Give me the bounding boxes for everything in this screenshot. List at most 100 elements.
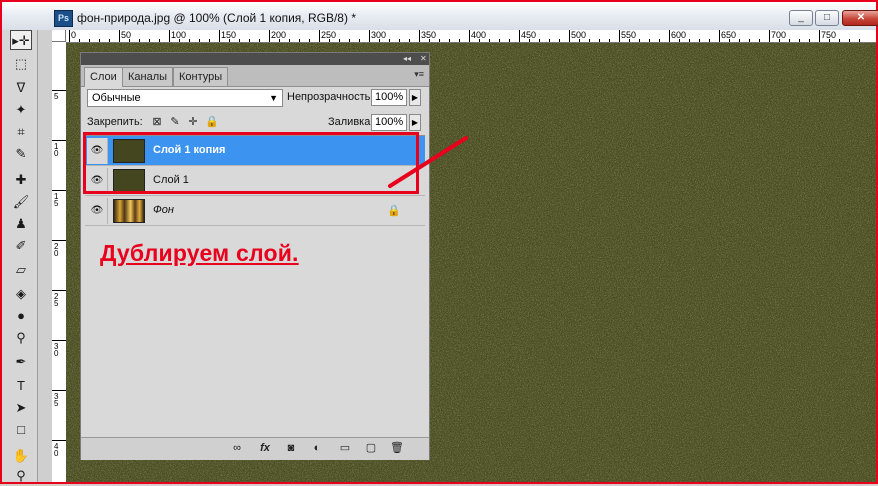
ruler-major-tick (719, 30, 720, 42)
visibility-eye-icon[interactable]: 👁 (87, 168, 108, 194)
layer-row-background[interactable]: 👁 Фон 🔒 (85, 196, 425, 226)
toolbar-gap (38, 30, 52, 482)
type-tool-icon[interactable]: T (10, 376, 32, 396)
ruler-minor-tick (389, 39, 390, 42)
ruler-minor-tick (729, 39, 730, 42)
ruler-minor-tick (609, 39, 610, 42)
ruler-major-tick (419, 30, 420, 42)
photoshop-icon: Ps (54, 10, 73, 27)
ruler-minor-tick (329, 39, 330, 42)
pen-tool-icon[interactable]: ✒ (10, 352, 32, 372)
ruler-minor-tick (639, 39, 640, 42)
ruler-major-tick (52, 440, 66, 441)
eyedropper-tool-icon[interactable]: ✎ (10, 144, 32, 164)
layer-thumbnail (113, 139, 145, 163)
ruler-minor-tick (199, 39, 200, 42)
ruler-major-tick (219, 30, 220, 42)
close-button[interactable]: ✕ (842, 10, 878, 26)
ruler-corner[interactable] (52, 30, 66, 42)
vertical-ruler[interactable]: 5 1 0 1 5 2 0 2 5 3 0 3 5 4 0 (52, 42, 67, 482)
ruler-label: 5 (54, 92, 59, 101)
ruler-minor-tick (659, 39, 660, 42)
maximize-button[interactable]: □ (815, 10, 839, 26)
healing-brush-tool-icon[interactable]: ✚ (10, 170, 32, 190)
layer-style-icon[interactable]: fx (257, 441, 273, 456)
ruler-major-tick (52, 190, 66, 191)
ruler-minor-tick (129, 39, 130, 42)
collapse-panel-icon[interactable]: ◂◂ (403, 53, 411, 65)
lock-all-icon[interactable]: 🔒 (205, 116, 219, 128)
ruler-minor-tick (249, 39, 250, 42)
opacity-slider-arrow-icon[interactable]: ▶ (409, 89, 421, 106)
ruler-minor-tick (429, 39, 430, 42)
history-brush-tool-icon[interactable]: ✐ (10, 236, 32, 256)
ruler-minor-tick (689, 39, 690, 42)
ruler-minor-tick (809, 39, 810, 42)
fill-slider-arrow-icon[interactable]: ▶ (409, 114, 421, 131)
layer-name: Слой 1 (153, 174, 189, 186)
ruler-minor-tick (349, 39, 350, 42)
ruler-minor-tick (109, 39, 110, 42)
shape-tool-icon[interactable]: □ (10, 420, 32, 440)
crop-tool-icon[interactable]: ⌗ (10, 122, 32, 142)
layer-row-copy[interactable]: 👁 Слой 1 копия (85, 136, 425, 166)
panel-header-strip[interactable]: ◂◂ ✕ (81, 53, 429, 65)
ruler-major-tick (669, 30, 670, 42)
ruler-major-tick (469, 30, 470, 42)
zoom-tool-icon[interactable]: ⚲ (10, 466, 32, 486)
layers-list: 👁 Слой 1 копия 👁 Слой 1 👁 Фон 🔒 (85, 135, 425, 436)
new-group-icon[interactable]: ▭ (337, 441, 353, 456)
tab-layers[interactable]: Слои (84, 67, 123, 87)
paint-bucket-tool-icon[interactable]: ◈ (10, 284, 32, 304)
lock-pixels-icon[interactable]: ✎ (169, 116, 181, 128)
ruler-minor-tick (759, 39, 760, 42)
hand-tool-icon[interactable]: ✋ (10, 446, 32, 466)
lock-position-icon[interactable]: ✛ (187, 116, 199, 128)
ruler-minor-tick (479, 39, 480, 42)
panel-menu-icon[interactable]: ▾≡ (414, 69, 424, 80)
tab-paths[interactable]: Контуры (173, 67, 229, 86)
ruler-minor-tick (749, 39, 750, 42)
move-tool-icon[interactable]: ▸✛ (10, 30, 32, 50)
ruler-minor-tick (459, 39, 460, 42)
blur-tool-icon[interactable]: ● (10, 306, 32, 326)
ruler-minor-tick (829, 39, 830, 42)
adjustment-layer-icon[interactable]: ◐ (309, 441, 325, 456)
visibility-eye-icon[interactable]: 👁 (87, 138, 108, 164)
quick-select-tool-icon[interactable]: ✦ (10, 100, 32, 120)
layer-row-1[interactable]: 👁 Слой 1 (85, 166, 425, 196)
eraser-tool-icon[interactable]: ▱ (10, 260, 32, 280)
document-title: фон-природа.jpg @ 100% (Слой 1 копия, RG… (77, 11, 356, 25)
visibility-eye-icon[interactable]: 👁 (87, 198, 108, 224)
ruler-minor-tick (799, 39, 800, 42)
link-layers-icon[interactable]: ∞ (229, 441, 245, 456)
document-title-bar[interactable]: Ps фон-природа.jpg @ 100% (Слой 1 копия,… (2, 2, 878, 31)
brush-tool-icon[interactable]: 🖌 (10, 192, 32, 212)
lock-transparency-icon[interactable]: ⊠ (151, 116, 163, 128)
horizontal-ruler[interactable]: 0 50 100 150 200 250 300 350 400 450 500 550 600 650 7… (66, 30, 876, 43)
tab-channels[interactable]: Каналы (122, 67, 174, 86)
ruler-minor-tick (399, 39, 400, 42)
dodge-tool-icon[interactable]: ⚲ (10, 328, 32, 348)
ruler-minor-tick (159, 39, 160, 42)
new-layer-icon[interactable]: ▢ (363, 441, 379, 456)
ruler-major-tick (519, 30, 520, 42)
blend-mode-select[interactable]: Обычные ▼ (87, 89, 283, 107)
add-mask-icon[interactable]: ◙ (283, 441, 299, 456)
ruler-minor-tick (509, 39, 510, 42)
minimize-button[interactable]: _ (789, 10, 813, 26)
ruler-minor-tick (549, 39, 550, 42)
delete-layer-icon[interactable]: 🗑 (389, 441, 405, 456)
stamp-tool-icon[interactable]: ♟ (10, 214, 32, 234)
marquee-tool-icon[interactable]: ⬚ (10, 54, 32, 74)
close-panel-icon[interactable]: ✕ (420, 53, 427, 65)
ruler-major-tick (769, 30, 770, 42)
ruler-minor-tick (649, 39, 650, 42)
ruler-label: 1 0 (54, 142, 59, 158)
ruler-minor-tick (629, 39, 630, 42)
path-selection-tool-icon[interactable]: ➤ (10, 398, 32, 418)
opacity-input[interactable]: 100% (371, 89, 407, 106)
ruler-minor-tick (739, 39, 740, 42)
fill-input[interactable]: 100% (371, 114, 407, 131)
lasso-tool-icon[interactable]: ᐁ (10, 78, 32, 98)
